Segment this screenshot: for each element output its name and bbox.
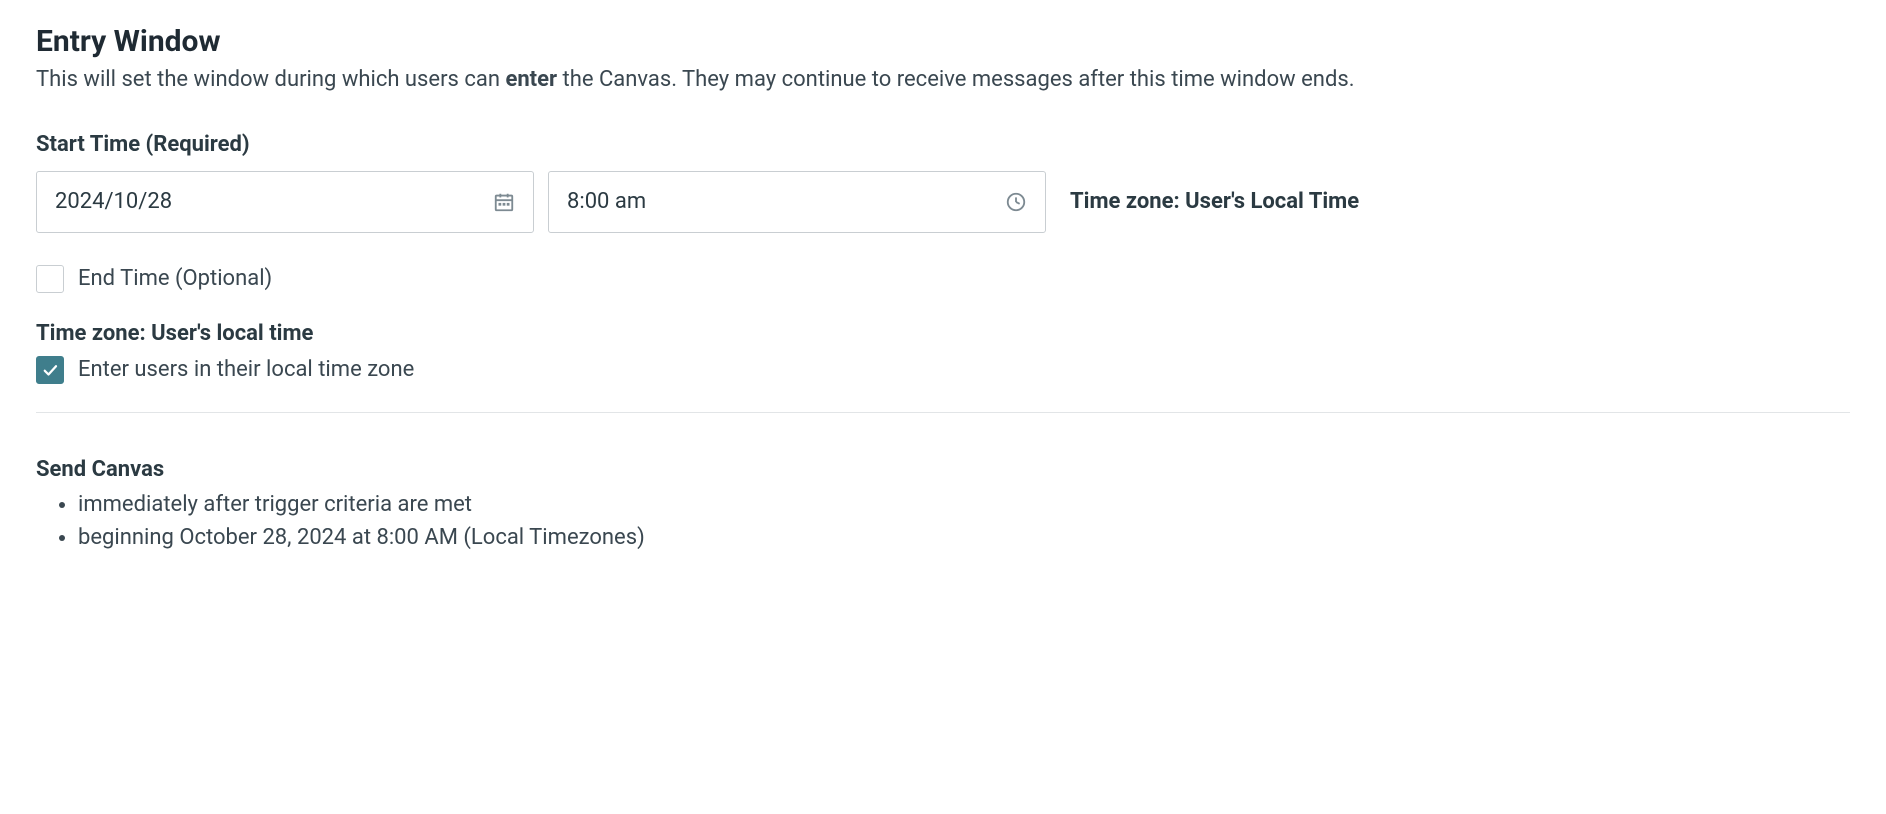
timezone-heading: Time zone: User's local time — [36, 321, 1850, 346]
desc-bold: enter — [505, 67, 557, 92]
list-item: immediately after trigger criteria are m… — [78, 488, 1850, 521]
start-time-row: 2024/10/28 8:00 am Time zone: User's Loc… — [36, 171, 1850, 233]
list-item: beginning October 28, 2024 at 8:00 AM (L… — [78, 521, 1850, 554]
end-time-checkbox[interactable] — [36, 265, 64, 293]
divider — [36, 412, 1850, 413]
section-description: This will set the window during which us… — [36, 65, 1850, 96]
start-date-input[interactable]: 2024/10/28 — [36, 171, 534, 233]
section-title: Entry Window — [36, 24, 1850, 59]
local-tz-row: Enter users in their local time zone — [36, 356, 1850, 384]
desc-pre: This will set the window during which us… — [36, 67, 505, 92]
calendar-icon — [493, 191, 515, 213]
summary-title: Send Canvas — [36, 457, 1850, 482]
summary-list: immediately after trigger criteria are m… — [36, 488, 1850, 554]
end-time-label: End Time (Optional) — [78, 266, 272, 291]
start-date-value: 2024/10/28 — [55, 189, 172, 214]
clock-icon — [1005, 191, 1027, 213]
local-tz-checkbox[interactable] — [36, 356, 64, 384]
start-time-input[interactable]: 8:00 am — [548, 171, 1046, 233]
timezone-display: Time zone: User's Local Time — [1070, 189, 1359, 214]
start-time-value: 8:00 am — [567, 189, 646, 214]
local-tz-label: Enter users in their local time zone — [78, 357, 414, 382]
start-time-label: Start Time (Required) — [36, 132, 1850, 157]
end-time-row: End Time (Optional) — [36, 265, 1850, 293]
desc-post: the Canvas. They may continue to receive… — [557, 67, 1354, 92]
